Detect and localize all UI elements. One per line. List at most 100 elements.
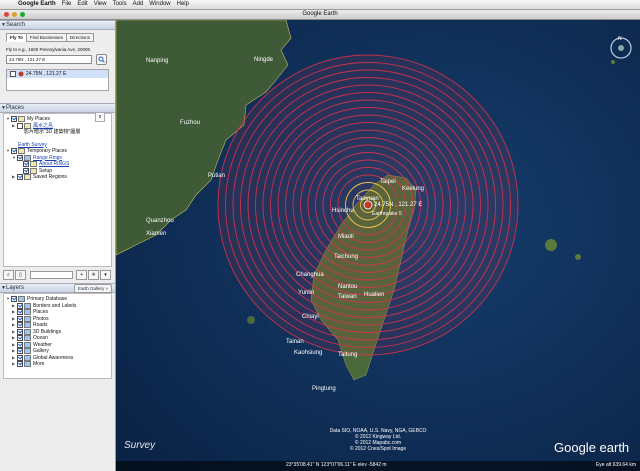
label-chiayi: Chiayi: [302, 314, 319, 320]
earthquake-pin-icon[interactable]: [363, 200, 373, 210]
layer-checkbox[interactable]: [17, 361, 23, 368]
search-places-icon[interactable]: ⌕: [3, 269, 14, 280]
layer-icon: [24, 302, 31, 309]
search-result-label: 24.75N , 121.27 E: [26, 71, 67, 77]
place-checkbox[interactable]: [17, 174, 23, 181]
menu-file[interactable]: File: [62, 0, 72, 9]
label-quanzhou: Quanzhou: [146, 218, 174, 224]
search-tabs: Fly To Find Businesses Directions: [6, 33, 115, 42]
places-tree: ▼ My Places ▶ 風水之島 影片暗示"3D 建築物"圖層 Earth …: [3, 113, 112, 267]
add-icon[interactable]: +: [76, 269, 88, 280]
google-earth-logo: Google earth: [554, 440, 629, 455]
island: [545, 239, 557, 251]
window-titlebar: Google Earth: [0, 10, 640, 20]
label-tainan: Tainan: [286, 339, 304, 345]
label-hualien: Hualien: [364, 292, 384, 298]
sidebar: ▼ Search Fly To Find Businesses Directio…: [0, 20, 116, 471]
label-keelung: Keelung: [402, 186, 424, 192]
tab-fly-to[interactable]: Fly To: [6, 33, 27, 42]
island: [611, 60, 615, 64]
place-checkbox[interactable]: [17, 122, 23, 129]
search-button[interactable]: [96, 54, 107, 65]
look-joystick-icon[interactable]: [618, 45, 624, 51]
label-yunlin: Yunlin: [298, 290, 314, 296]
layer-item[interactable]: ▶ More: [4, 361, 111, 368]
minimize-window-button[interactable]: [12, 12, 17, 17]
menu-bar: Google Earth File Edit View Tools Add Wi…: [0, 0, 640, 10]
fly-to-hint: Fly to e.g., 1600 Pennsylvania Ave, 2000…: [6, 47, 90, 52]
status-bar: 23°35'08.41" N 123°07'06.11" E elev -584…: [116, 461, 640, 471]
layer-icon: [24, 309, 31, 316]
place-label: Saved Regions: [33, 174, 67, 180]
layers-panel-header[interactable]: ▼ Layers Earth Gallery »: [0, 283, 115, 293]
menu-app-google-earth[interactable]: Google Earth: [18, 0, 56, 9]
label-taipei: Taipei: [380, 179, 396, 185]
result-checkbox[interactable]: [10, 71, 16, 77]
layer-icon: [24, 354, 31, 361]
label-fuzhou: Fuzhou: [180, 120, 200, 126]
earth-gallery-button[interactable]: Earth Gallery »: [73, 284, 112, 293]
marker-label: 24.75N , 121.27 E: [374, 202, 422, 208]
layer-icon: [24, 335, 31, 342]
penghu-islands: [247, 316, 255, 324]
label-kaohsiung: Kaohsiung: [294, 350, 322, 356]
places-filter-input[interactable]: [29, 270, 74, 279]
place-saved-regions[interactable]: ▶ Saved Regions: [4, 174, 111, 181]
survey-logo: Survey: [124, 440, 156, 451]
label-nantou: Nantou: [338, 284, 357, 290]
places-panel-header[interactable]: ▼ Places: [0, 103, 115, 113]
collapse-triangle-icon[interactable]: ▼: [1, 21, 6, 29]
label-xiamen: Xiamen: [146, 231, 166, 237]
clear-search-button[interactable]: x: [95, 112, 105, 122]
search-result-item[interactable]: 24.75N , 121.27 E: [7, 70, 108, 78]
menu-edit[interactable]: Edit: [77, 0, 87, 9]
menu-window[interactable]: Window: [149, 0, 170, 9]
place-checkbox[interactable]: [11, 148, 17, 155]
expand-icon[interactable]: ▾: [100, 269, 111, 280]
collapse-triangle-icon[interactable]: ▼: [1, 284, 6, 292]
layer-label: More: [33, 361, 45, 367]
label-hsinchu: Hsinchu: [332, 208, 354, 214]
fly-to-input[interactable]: 24.75N , 121.27 E: [6, 55, 92, 64]
menu-tools[interactable]: Tools: [113, 0, 127, 9]
folder-icon: [24, 122, 31, 129]
search-results: 24.75N , 121.27 E: [6, 69, 109, 91]
place-checkbox[interactable]: [23, 167, 29, 174]
search-panel-header[interactable]: ▼ Search: [0, 20, 115, 30]
window-title: Google Earth: [302, 11, 338, 17]
eye-altitude: Eye alt 639.64 km: [595, 462, 636, 468]
place-checkbox[interactable]: [11, 116, 17, 123]
collapse-triangle-icon[interactable]: ▼: [1, 104, 6, 112]
layer-icon: [18, 296, 25, 303]
folder-icon: [24, 174, 31, 181]
places-toolbar: ⌕ ▯ + ✳ ▾: [3, 269, 112, 280]
layers-tree: ▼ Primary Database ▶ Borders and Labels ▶ Pla…: [3, 293, 112, 379]
menu-add[interactable]: Add: [133, 0, 144, 9]
layer-icon: [24, 361, 31, 368]
earth-map[interactable]: Nanping Ningde Fuzhou Putian Quanzhou Xi…: [116, 20, 640, 471]
layer-checkbox[interactable]: [11, 296, 17, 303]
compass-north-icon: N: [618, 36, 622, 42]
close-window-button[interactable]: [4, 12, 9, 17]
tab-directions[interactable]: Directions: [65, 33, 94, 42]
layer-icon: [24, 348, 31, 355]
sidebar-toggle-icon[interactable]: ▯: [14, 269, 26, 280]
zoom-window-button[interactable]: [20, 12, 25, 17]
network-link-icon: [24, 154, 31, 161]
placemark-icon: [18, 71, 24, 77]
menu-help[interactable]: Help: [177, 0, 189, 9]
tab-find-businesses[interactable]: Find Businesses: [25, 33, 67, 42]
layer-icon: [24, 322, 31, 329]
place-checkbox[interactable]: [17, 154, 23, 161]
document-icon: [30, 161, 37, 168]
attribution-line: © 2012 Kingway Ltd.: [355, 433, 401, 440]
document-icon: [30, 167, 37, 174]
label-nanping: Nanping: [146, 58, 168, 64]
attribution-line: © 2012 Mapabc.com: [355, 439, 401, 446]
label-ningde: Ningde: [254, 57, 274, 63]
actions-icon[interactable]: ✳: [88, 269, 100, 280]
marker-sublabel: Earthquake 5: [372, 211, 402, 217]
map-view[interactable]: Nanping Ningde Fuzhou Putian Quanzhou Xi…: [116, 20, 640, 471]
attribution-line: © 2012 Cnes/Spot Image: [350, 445, 406, 452]
menu-view[interactable]: View: [94, 0, 107, 9]
